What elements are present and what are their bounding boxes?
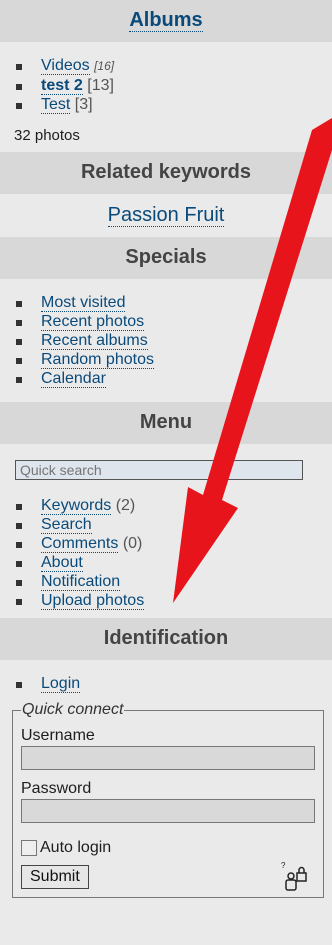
photo-count-summary: 32 photos bbox=[14, 127, 80, 144]
auto-login-label: Auto login bbox=[40, 839, 112, 856]
album-count: [16] bbox=[94, 59, 115, 73]
albums-list: Videos [16] test 2 [13] Test [3] bbox=[14, 56, 318, 114]
special-item: Recent photos bbox=[14, 312, 318, 331]
identification-header: Identification bbox=[0, 618, 332, 660]
album-link[interactable]: test 2 bbox=[41, 77, 83, 95]
album-count: [13] bbox=[87, 77, 114, 94]
menu-list: Keywords (2) Search Comments (0) About N… bbox=[14, 496, 318, 610]
menu-item: Upload photos bbox=[14, 591, 318, 610]
special-item: Calendar bbox=[14, 369, 318, 388]
menu-link-comments[interactable]: Comments bbox=[41, 535, 119, 553]
special-item: Random photos bbox=[14, 350, 318, 369]
special-item: Most visited bbox=[14, 293, 318, 312]
related-keywords-section: Passion Fruit bbox=[0, 194, 332, 237]
menu-item: Keywords (2) bbox=[14, 496, 318, 515]
username-field[interactable] bbox=[21, 746, 315, 770]
menu-item: Search bbox=[14, 515, 318, 534]
album-link[interactable]: Test bbox=[41, 96, 71, 114]
auto-login-checkbox[interactable] bbox=[21, 840, 37, 856]
menu-link-search[interactable]: Search bbox=[41, 516, 92, 534]
menu-link-upload-photos[interactable]: Upload photos bbox=[41, 592, 145, 610]
albums-header: Albums bbox=[0, 0, 332, 42]
specials-list: Most visited Recent photos Recent albums… bbox=[14, 293, 318, 388]
special-link-most-visited[interactable]: Most visited bbox=[41, 294, 126, 312]
identification-list: Login bbox=[14, 674, 318, 693]
identification-section: Login Quick connect Username Password Au… bbox=[0, 660, 332, 898]
identification-item: Login bbox=[14, 674, 318, 693]
menu-link-about[interactable]: About bbox=[41, 554, 83, 572]
menu-item: Comments (0) bbox=[14, 534, 318, 553]
password-label: Password bbox=[21, 780, 92, 797]
menu-link-keywords[interactable]: Keywords bbox=[41, 497, 112, 515]
menu-link-notification[interactable]: Notification bbox=[41, 573, 121, 591]
menu-count: (0) bbox=[122, 535, 143, 552]
album-count: [3] bbox=[74, 96, 93, 113]
submit-row: Submit ? bbox=[21, 861, 315, 891]
menu-header: Menu bbox=[0, 402, 332, 444]
related-keywords-header: Related keywords bbox=[0, 152, 332, 194]
menu-section: Keywords (2) Search Comments (0) About N… bbox=[0, 444, 332, 618]
quick-connect-legend: Quick connect bbox=[22, 701, 124, 718]
menu-item: About bbox=[14, 553, 318, 572]
login-link[interactable]: Login bbox=[41, 675, 81, 693]
users-lock-icon[interactable]: ? bbox=[279, 859, 311, 893]
password-field[interactable] bbox=[21, 799, 315, 823]
album-item-test: Test [3] bbox=[14, 95, 318, 114]
username-label: Username bbox=[21, 727, 95, 744]
special-link-recent-photos[interactable]: Recent photos bbox=[41, 313, 145, 331]
special-link-random-photos[interactable]: Random photos bbox=[41, 351, 154, 369]
specials-section: Most visited Recent photos Recent albums… bbox=[0, 279, 332, 402]
album-item-test-2: test 2 [13] bbox=[14, 76, 318, 95]
album-link[interactable]: Videos bbox=[41, 57, 90, 75]
albums-section: Videos [16] test 2 [13] Test [3] 32 phot… bbox=[0, 42, 332, 152]
special-link-calendar[interactable]: Calendar bbox=[41, 370, 106, 388]
albums-title-link[interactable]: Albums bbox=[129, 9, 203, 32]
specials-header: Specials bbox=[0, 237, 332, 279]
quick-search-input[interactable] bbox=[15, 460, 303, 480]
menu-item: Notification bbox=[14, 572, 318, 591]
menu-count: (2) bbox=[115, 497, 136, 514]
auto-login-row: Auto login bbox=[21, 839, 315, 857]
svg-text:?: ? bbox=[281, 861, 286, 870]
submit-button[interactable]: Submit bbox=[21, 865, 89, 889]
special-item: Recent albums bbox=[14, 331, 318, 350]
album-item-videos: Videos [16] bbox=[14, 56, 318, 76]
special-link-recent-albums[interactable]: Recent albums bbox=[41, 332, 148, 350]
keyword-link[interactable]: Passion Fruit bbox=[107, 204, 225, 227]
quick-connect-form: Quick connect Username Password Auto log… bbox=[12, 701, 324, 898]
